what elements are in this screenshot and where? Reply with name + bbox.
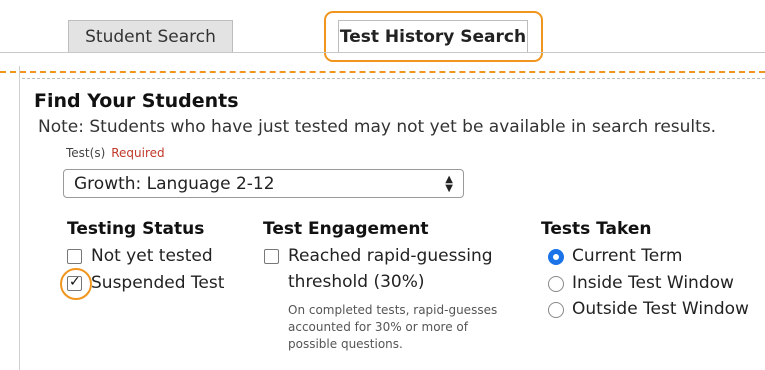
current-term-label[interactable]: Current Term xyxy=(572,246,682,266)
section-title: Find Your Students xyxy=(34,90,239,112)
help-line: On completed tests, rapid-guesses xyxy=(288,303,498,317)
highlight-ring-tab xyxy=(324,11,543,62)
highlight-dashed-divider xyxy=(0,71,765,73)
test-select-label-text: Test(s) xyxy=(66,146,106,160)
not-yet-tested-checkbox[interactable] xyxy=(67,249,82,264)
test-select[interactable]: Growth: Language 2-12 ▲ ▼ xyxy=(63,169,464,198)
section-left-border xyxy=(19,66,20,370)
select-updown-icon: ▲ ▼ xyxy=(445,174,453,194)
rapid-guessing-label-line1[interactable]: Reached rapid-guessing xyxy=(288,246,493,266)
tab-student-search-label: Student Search xyxy=(85,27,216,47)
rapid-guessing-help: On completed tests, rapid-guesses accoun… xyxy=(288,302,497,353)
test-select-label: Test(s) Required xyxy=(66,146,165,160)
suspended-test-label[interactable]: Suspended Test xyxy=(91,273,224,293)
tests-taken-heading: Tests Taken xyxy=(541,219,652,239)
section-divider xyxy=(22,78,765,79)
test-engagement-heading: Test Engagement xyxy=(263,219,429,239)
required-indicator: Required xyxy=(111,146,165,160)
testing-status-heading: Testing Status xyxy=(67,219,205,239)
rapid-guessing-checkbox[interactable] xyxy=(264,249,279,264)
test-select-value: Growth: Language 2-12 xyxy=(74,173,275,194)
highlight-ring-checkbox xyxy=(60,268,92,300)
tab-student-search[interactable]: Student Search xyxy=(68,20,233,53)
outside-test-window-radio[interactable] xyxy=(548,302,564,318)
help-line: accounted for 30% or more of xyxy=(288,320,468,334)
outside-test-window-label[interactable]: Outside Test Window xyxy=(572,299,749,319)
inside-test-window-radio[interactable] xyxy=(548,276,564,292)
inside-test-window-label[interactable]: Inside Test Window xyxy=(572,273,734,293)
current-term-radio[interactable] xyxy=(548,249,564,265)
help-line: possible questions. xyxy=(288,337,403,351)
tab-baseline xyxy=(0,52,765,53)
not-yet-tested-label[interactable]: Not yet tested xyxy=(91,246,213,266)
section-note: Note: Students who have just tested may … xyxy=(38,117,717,137)
rapid-guessing-label-line2[interactable]: threshold (30%) xyxy=(288,272,425,292)
